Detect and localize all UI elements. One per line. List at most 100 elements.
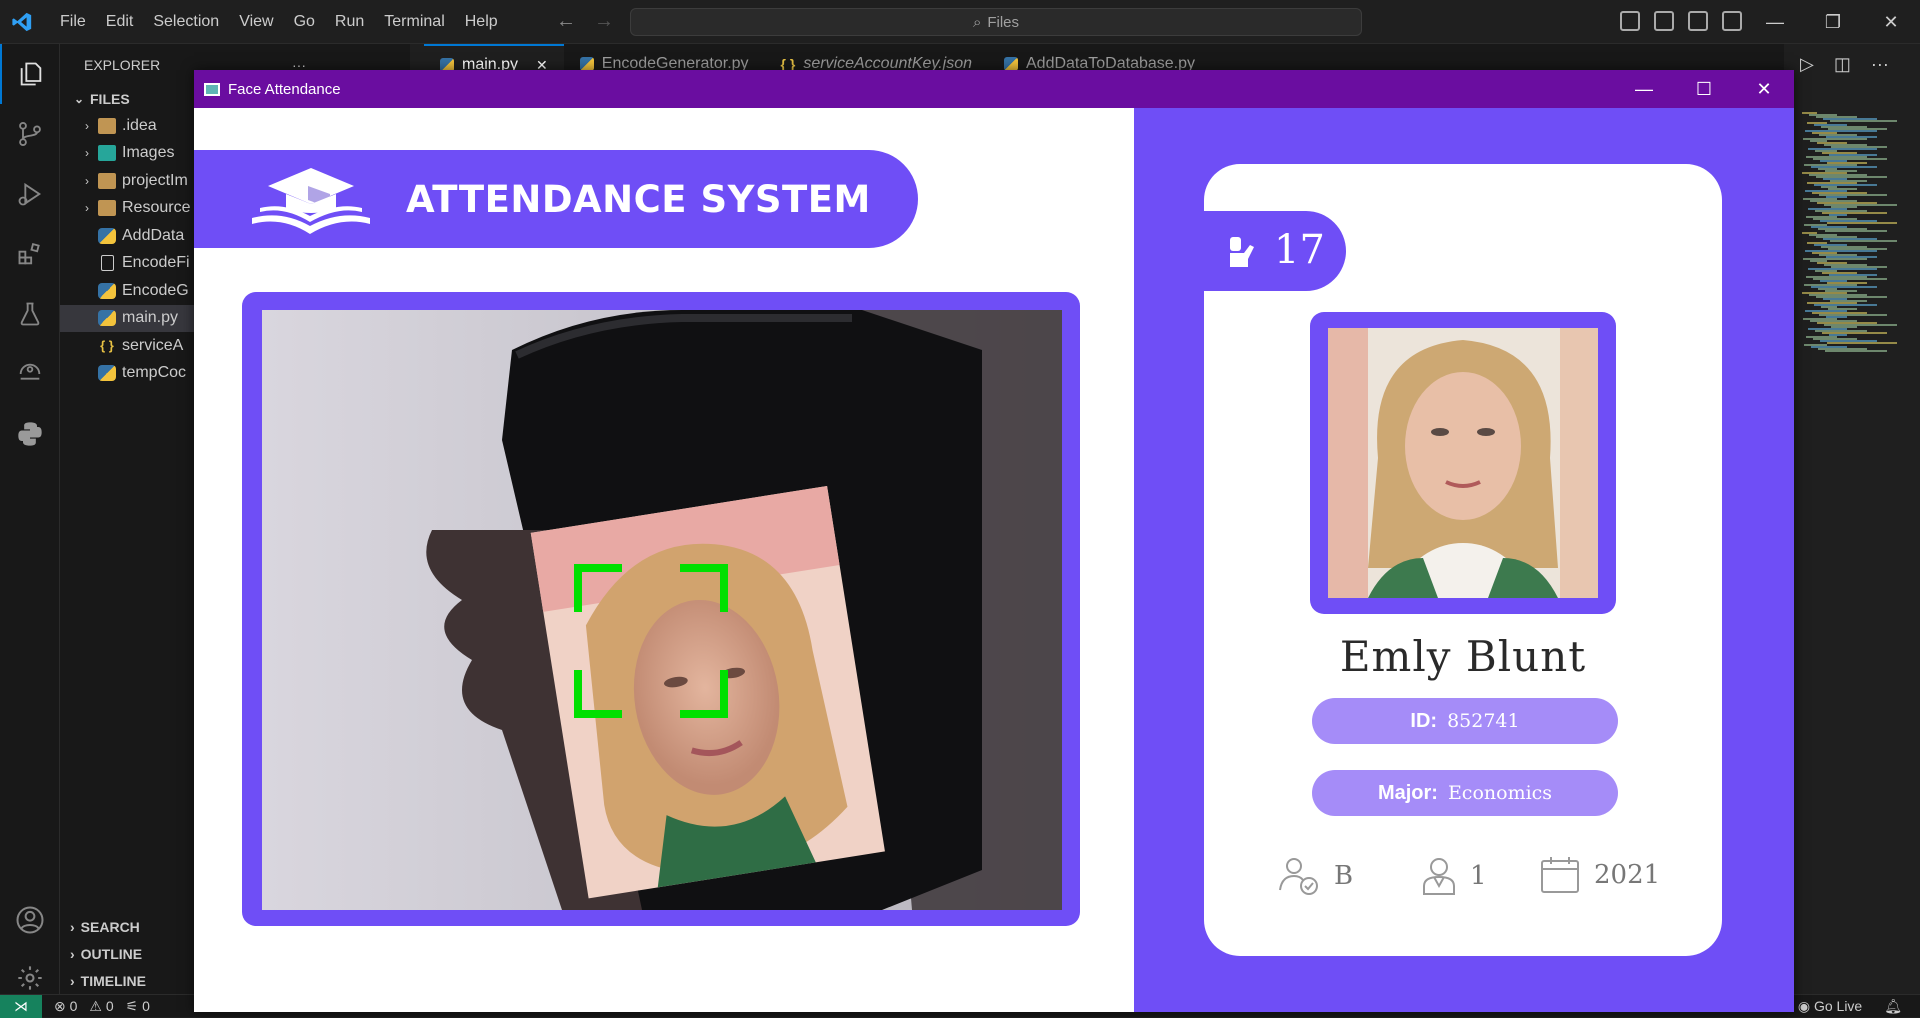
nav-arrows: ← → (556, 10, 614, 33)
search-icon: ⌕ (972, 13, 982, 31)
folder-icon (98, 172, 116, 189)
split-editor-icon[interactable]: ◫ (1834, 54, 1851, 75)
python-file-icon (98, 310, 116, 327)
back-arrow-icon[interactable]: ← (556, 10, 576, 33)
ports-count: 0 (142, 997, 150, 1014)
chevron-right-icon: › (70, 972, 75, 989)
file-tree-label: Resource (122, 199, 191, 217)
id-label: ID: (1410, 709, 1438, 732)
toggle-secondary-sidebar-icon[interactable] (1688, 11, 1708, 31)
notifications-bell-icon[interactable]: 🔔︎ (1884, 998, 1902, 1015)
maximize-button[interactable]: ☐ (1674, 70, 1734, 108)
chevron-down-icon: ⌄ (73, 92, 85, 106)
run-python-icon[interactable]: ▷ (1800, 54, 1814, 75)
menu-item-file[interactable]: File (50, 0, 96, 44)
extensions-icon[interactable] (0, 224, 60, 284)
menu-item-go[interactable]: Go (284, 0, 325, 44)
student-card: 17 Emly Blunt ID: 852741 Major: Economic… (1204, 164, 1722, 956)
minimap-line (1827, 342, 1897, 344)
chevron-right-icon: › (85, 118, 89, 133)
minimap-line (1830, 240, 1897, 242)
menu-item-edit[interactable]: Edit (96, 0, 144, 44)
file-tree-label: EncodeG (122, 281, 189, 299)
banner-title: ATTENDANCE SYSTEM (406, 178, 871, 221)
face-attendance-window: Face Attendance — ☐ ✕ ATTENDANCE SYSTEM (194, 70, 1794, 1012)
close-button[interactable]: ✕ (1734, 70, 1794, 108)
testing-icon[interactable] (0, 284, 60, 344)
menu-item-view[interactable]: View (229, 0, 283, 44)
customize-layout-icon[interactable] (1722, 11, 1742, 31)
file-tree-label: serviceA (122, 336, 184, 354)
python-icon (1004, 57, 1018, 71)
section-label: OUTLINE (80, 945, 143, 962)
app-window-icon (204, 82, 220, 96)
student-photo (1328, 328, 1598, 598)
folder-icon (98, 200, 116, 217)
python-icon[interactable] (0, 404, 60, 464)
webcam-feed (262, 310, 1062, 910)
minimap-line (1830, 120, 1897, 122)
user-check-icon (1279, 858, 1318, 895)
images-folder-icon (98, 145, 116, 162)
forward-arrow-icon[interactable]: → (594, 10, 614, 33)
webcam-frame (242, 292, 1080, 926)
file-tree-label: tempCoc (122, 364, 187, 382)
total-attendance-badge: 17 (1204, 211, 1346, 291)
header-banner: ATTENDANCE SYSTEM (194, 150, 918, 248)
problems-indicator[interactable]: ⊗ 0 ⚠ 0 ⚟ 0 (54, 998, 150, 1015)
raised-hand-icon (1230, 237, 1254, 267)
menu-item-help[interactable]: Help (455, 0, 508, 44)
go-live-button[interactable]: ◉ Go Live (1798, 998, 1862, 1015)
menu-item-run[interactable]: Run (325, 0, 374, 44)
more-actions-icon[interactable]: ··· (1871, 54, 1889, 75)
minimap (1794, 112, 1920, 992)
folder-icon (98, 117, 116, 134)
menu-item-terminal[interactable]: Terminal (374, 0, 454, 44)
layout-controls (1620, 11, 1742, 31)
json-file-icon: { } (100, 337, 114, 353)
starting-year-value: 2021 (1594, 860, 1661, 890)
face-attendance-titlebar: Face Attendance — ☐ ✕ (194, 70, 1794, 108)
explorer-title: EXPLORER (84, 57, 161, 73)
python-file-icon (98, 227, 116, 244)
accounts-icon[interactable] (0, 890, 60, 950)
remote-explorer-icon[interactable] (0, 344, 60, 404)
maximize-button[interactable]: ❐ (1804, 0, 1862, 44)
editor-actions: ▷ ◫ ··· (1800, 54, 1889, 75)
command-center-search[interactable]: ⌕ Files (630, 8, 1362, 36)
vscode-window-controls: — ❐ ✕ (1746, 0, 1920, 44)
toggle-panel-icon[interactable] (1654, 11, 1674, 31)
source-control-icon[interactable] (0, 104, 60, 164)
attendance-canvas: ATTENDANCE SYSTEM 17 Emly Blunt ID: 8527… (194, 108, 1794, 1012)
warning-icon: ⚠ (89, 997, 102, 1014)
file-tree-label: EncodeFi (122, 254, 190, 272)
warning-count: 0 (105, 997, 114, 1014)
menu-item-selection[interactable]: Selection (143, 0, 229, 44)
window-controls: — ☐ ✕ (1614, 70, 1794, 108)
id-value: 852741 (1447, 710, 1520, 732)
explorer-icon[interactable] (0, 44, 60, 104)
file-icon (101, 255, 114, 272)
broadcast-icon: ◉ (1797, 998, 1811, 1014)
student-id-pill: ID: 852741 (1312, 698, 1618, 744)
year-stat: 1 (1422, 856, 1487, 896)
close-button[interactable]: ✕ (1862, 0, 1920, 44)
minimize-button[interactable]: — (1746, 0, 1804, 44)
student-name: Emly Blunt (1339, 632, 1587, 681)
window-title: Face Attendance (228, 80, 341, 98)
student-info-panel: 17 Emly Blunt ID: 852741 Major: Economic… (1134, 108, 1794, 1012)
vscode-logo-icon (0, 0, 44, 44)
chevron-right-icon: › (85, 201, 89, 216)
toggle-primary-sidebar-icon[interactable] (1620, 11, 1640, 31)
remote-indicator-icon[interactable]: ⋊ (0, 994, 42, 1018)
file-tree-label: Images (122, 144, 175, 162)
student-photo-frame (1310, 312, 1616, 614)
python-file-icon (98, 282, 116, 299)
error-count: 0 (69, 997, 78, 1014)
vscode-titlebar: File Edit Selection View Go Run Terminal Help ←… (0, 0, 1920, 44)
menu-bar: File Edit Selection View Go Run Terminal Help (50, 0, 508, 44)
graduation-cap-icon (252, 168, 370, 234)
minimize-button[interactable]: — (1614, 70, 1674, 108)
run-debug-icon[interactable] (0, 164, 60, 224)
python-icon (579, 57, 594, 71)
